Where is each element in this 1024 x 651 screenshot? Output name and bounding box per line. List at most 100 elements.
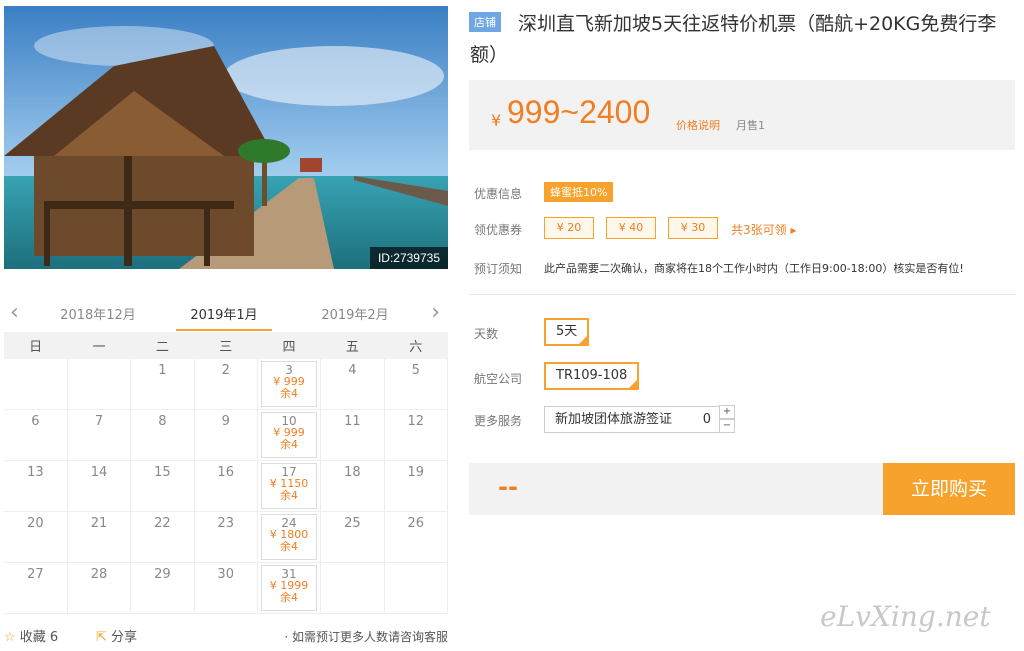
calendar-month-nav: ‹ 2018年12月 2019年1月 2019年2月 ›	[4, 296, 448, 332]
calendar-day-available[interactable]: 24 ¥ 1800 余4	[257, 511, 322, 564]
weekday-0: 日	[4, 332, 68, 359]
notice-text: 此产品需要二次确认，商家将在18个工作小时内（工作日9:00-18:00）核实是…	[544, 262, 964, 275]
days-option-5[interactable]: 5天	[544, 318, 590, 346]
share-label: 分享	[111, 630, 138, 645]
day-stock: 余4	[280, 438, 299, 452]
weekday-1: 一	[67, 332, 131, 359]
day-stock: 余4	[280, 591, 299, 605]
calendar-day: 23	[194, 511, 258, 564]
watermark: eLvXing.net	[820, 600, 991, 633]
tropical-hut-image	[4, 6, 448, 269]
airline-label: 航空公司	[474, 372, 523, 386]
calendar-week: 27 28 29 30 31 ¥ 1999 余4	[4, 562, 449, 615]
increment-button[interactable]: +	[719, 405, 735, 419]
monthly-sales: 月售1	[736, 119, 765, 132]
tab-next-month[interactable]: 2019年2月	[307, 304, 403, 323]
currency-symbol: ¥	[491, 111, 502, 130]
calendar-day: 28	[67, 562, 132, 615]
calendar-day: 19	[384, 460, 449, 513]
calendar-day: 7	[67, 409, 132, 462]
weekday-5: 五	[320, 332, 385, 359]
discount-badge: 蜂蜜抵10%	[544, 182, 614, 202]
coupon-40[interactable]: ¥ 40	[606, 217, 656, 239]
price-range: 999~2400	[507, 94, 651, 130]
calendar-day: 22	[130, 511, 195, 564]
weekday-6: 六	[384, 332, 448, 359]
calendar-day: 5	[384, 359, 449, 411]
tab-current-month[interactable]: 2019年1月	[176, 304, 272, 331]
weekday-header: 日一二三四五六	[4, 332, 448, 359]
calendar-week: 20 21 22 23 24 ¥ 1800 余4 25 26	[4, 511, 449, 564]
page: ID:2739735 ‹ 2018年12月 2019年1月 2019年2月 › …	[0, 0, 1024, 651]
calendar-day: 29	[130, 562, 195, 615]
product-photo: ID:2739735	[4, 6, 448, 269]
calendar-footer: ☆ 收藏 6 ⇱ 分享 · 如需预订更多人数请咨询客服	[4, 624, 448, 648]
calendar-day: 8	[130, 409, 195, 462]
days-label: 天数	[474, 327, 499, 341]
more-coupons-link[interactable]: 共3张可领 ▸	[731, 221, 796, 238]
departure-calendar: 日一二三四五六 1 2 3 ¥ 999 余4 4 5 6 7 8 9 10 ¥ 999 余4 11 12 13 1…	[4, 332, 449, 615]
coupon-20[interactable]: ¥ 20	[544, 217, 594, 239]
price-explain-link[interactable]: 价格说明	[676, 117, 720, 133]
calendar-day: 4	[320, 359, 385, 411]
calendar-week: 6 7 8 9 10 ¥ 999 余4 11 12	[4, 409, 449, 462]
coupon-30[interactable]: ¥ 30	[668, 217, 718, 239]
discount-label: 优惠信息	[474, 187, 523, 201]
buy-now-button[interactable]: 立即购买	[883, 463, 1015, 515]
airline-option[interactable]: TR109-108	[544, 362, 640, 390]
day-price-box[interactable]: 31 ¥ 1999 余4	[260, 565, 318, 612]
day-price-box[interactable]: 24 ¥ 1800 余4	[260, 514, 318, 561]
calendar-day: 21	[67, 511, 132, 564]
day-stock: 余4	[280, 387, 299, 400]
product-title: 深圳直飞新加坡5天往返特价机票（酷航+20KG免费行李额）	[470, 13, 997, 66]
photo-id-label: ID:2739735	[369, 247, 448, 269]
calendar-day-available[interactable]: 10 ¥ 999 余4	[257, 409, 322, 462]
share-button[interactable]: ⇱ 分享	[96, 626, 137, 645]
contact-hint[interactable]: · 如需预订更多人数请咨询客服	[284, 628, 448, 645]
day-price-box[interactable]: 3 ¥ 999 余4	[260, 361, 318, 407]
calendar-day: 6	[4, 409, 68, 462]
calendar-day: 12	[384, 409, 449, 462]
calendar-day: 27	[4, 562, 68, 615]
calendar-day: 11	[320, 409, 385, 462]
calendar-day: 25	[320, 511, 385, 564]
calendar-day-available[interactable]: 17 ¥ 1150 余4	[257, 460, 322, 513]
star-icon: ☆	[4, 630, 16, 645]
calendar-week: 1 2 3 ¥ 999 余4 4 5	[4, 359, 449, 411]
decrement-button[interactable]: −	[719, 419, 735, 433]
weekday-2: 二	[130, 332, 195, 359]
visa-service-field: 新加坡团体旅游签证 0	[544, 406, 720, 433]
tab-prev-month[interactable]: 2018年12月	[50, 304, 146, 323]
calendar-day	[67, 359, 132, 411]
calendar-day: 14	[67, 460, 132, 513]
calendar-day: 20	[4, 511, 68, 564]
calendar-day: 18	[320, 460, 385, 513]
favorite-button[interactable]: ☆ 收藏 6	[4, 626, 58, 645]
favorite-label: 收藏 6	[19, 630, 59, 645]
calendar-day	[320, 562, 385, 615]
coupon-label: 领优惠券	[474, 223, 523, 237]
calendar-day: 16	[194, 460, 258, 513]
service-label: 更多服务	[474, 414, 523, 428]
calendar-day: 2	[194, 359, 258, 411]
calendar-day	[4, 359, 68, 411]
day-stock: 余4	[280, 540, 299, 554]
day-stock: 余4	[280, 489, 299, 503]
service-quantity[interactable]: 0	[703, 407, 711, 432]
calendar-day: 13	[4, 460, 68, 513]
calendar-day: 26	[384, 511, 449, 564]
prev-month-arrow-icon[interactable]: ‹	[10, 300, 19, 325]
calendar-day-available[interactable]: 31 ¥ 1999 余4	[257, 562, 322, 615]
next-month-arrow-icon[interactable]: ›	[431, 300, 440, 325]
day-price-box[interactable]: 10 ¥ 999 余4	[260, 412, 318, 459]
weekday-4: 四	[257, 332, 321, 359]
notice-label: 预订须知	[474, 262, 523, 276]
calendar-day: 9	[194, 409, 258, 462]
divider	[469, 294, 1015, 295]
calendar-day: 15	[130, 460, 195, 513]
price-box: ¥ 999~2400 价格说明 月售1	[469, 80, 1015, 150]
day-price-box[interactable]: 17 ¥ 1150 余4	[260, 463, 318, 510]
calendar-day: 1	[130, 359, 195, 411]
service-name: 新加坡团体旅游签证	[555, 412, 673, 427]
calendar-day-available[interactable]: 3 ¥ 999 余4	[257, 359, 322, 411]
